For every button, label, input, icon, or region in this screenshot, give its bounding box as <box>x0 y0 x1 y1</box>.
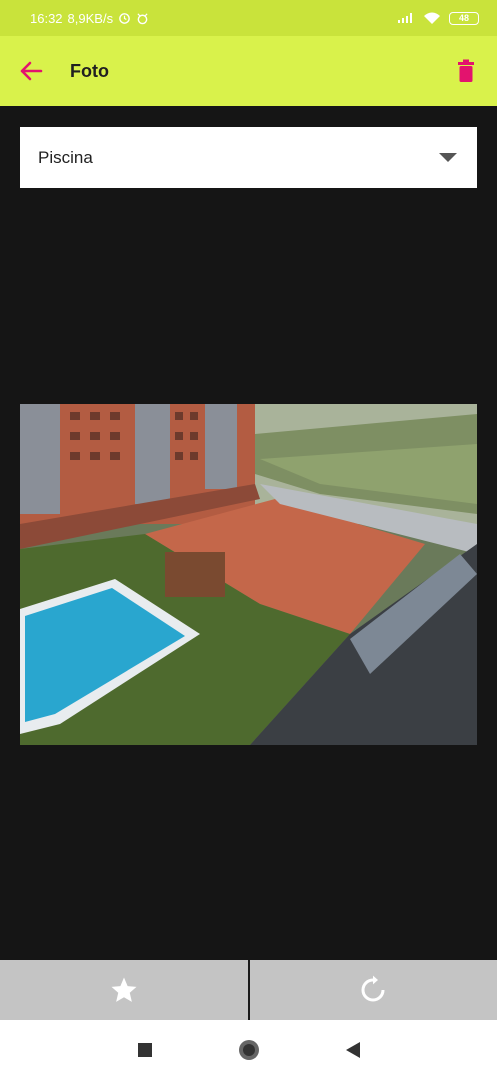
dropdown-arrow-icon <box>439 153 457 162</box>
system-navigation-bar <box>0 1020 497 1080</box>
square-icon <box>137 1043 152 1057</box>
category-dropdown[interactable]: Piscina <box>20 127 477 188</box>
bottom-action-bar <box>0 960 497 1020</box>
circle-icon <box>238 1040 259 1060</box>
delete-button[interactable] <box>435 36 497 106</box>
wifi-icon <box>424 12 440 24</box>
alarm-icon <box>137 12 148 24</box>
category-selected-value: Piscina <box>38 147 93 167</box>
battery-icon: 48 <box>449 11 479 25</box>
back-button[interactable] <box>0 36 62 106</box>
recents-button[interactable] <box>130 1035 160 1065</box>
signal-icon <box>398 13 412 23</box>
page-title: Foto <box>70 60 109 81</box>
photo-image <box>20 404 477 745</box>
back-nav-button[interactable] <box>338 1035 368 1065</box>
status-network-speed: 8,9KB/s <box>67 10 114 26</box>
photo-viewer: Piscina <box>0 106 497 960</box>
favorite-button[interactable] <box>0 960 248 1020</box>
rotate-button[interactable] <box>250 960 497 1020</box>
battery-level: 48 <box>458 12 469 23</box>
property-photo[interactable] <box>20 404 477 745</box>
trash-icon <box>458 59 474 82</box>
status-bar: 16:32 8,9KB/s 48 <box>0 0 497 36</box>
rotate-icon <box>361 975 385 1002</box>
app-bar: Foto <box>0 36 497 106</box>
triangle-back-icon <box>345 1042 360 1058</box>
sync-icon <box>119 12 130 24</box>
star-icon <box>111 977 137 1002</box>
status-time: 16:32 <box>30 10 63 26</box>
home-button[interactable] <box>234 1035 264 1065</box>
arrow-left-icon <box>20 61 43 81</box>
